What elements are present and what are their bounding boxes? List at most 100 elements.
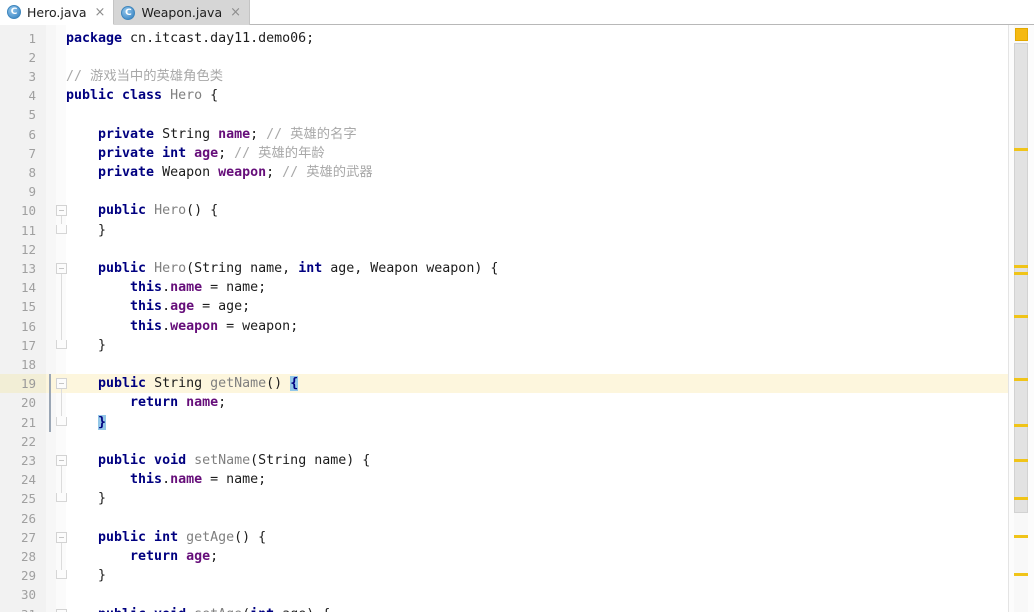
code-line[interactable]: 10 public Hero() { xyxy=(0,201,1034,220)
line-number: 4 xyxy=(0,86,36,105)
code-line[interactable]: 17 } xyxy=(0,336,1034,355)
line-number: 17 xyxy=(0,336,36,355)
token-pln xyxy=(66,415,98,430)
token-fld: name xyxy=(218,127,250,142)
tab-hero-java[interactable]: C Hero.java × xyxy=(0,0,114,25)
code-line[interactable]: 6 private String name; // 英雄的名字 xyxy=(0,125,1034,144)
warning-marker[interactable] xyxy=(1014,265,1028,268)
line-number: 28 xyxy=(0,547,36,566)
code-line[interactable]: 13 public Hero(String name, int age, Wea… xyxy=(0,259,1034,278)
tab-bar-empty-space xyxy=(250,0,1034,24)
warning-marker[interactable] xyxy=(1014,315,1028,318)
warning-marker[interactable] xyxy=(1014,459,1028,462)
code-line[interactable]: 3// 游戏当中的英雄角色类 xyxy=(0,67,1034,86)
code-line[interactable]: 14 this.name = name; xyxy=(0,278,1034,297)
editor-tab-bar: C Hero.java × C Weapon.java × xyxy=(0,0,1034,25)
token-typ xyxy=(178,549,186,564)
line-number: 21 xyxy=(0,413,36,432)
fold-collapse-icon[interactable] xyxy=(56,205,67,216)
fold-collapse-icon[interactable] xyxy=(56,609,67,612)
warning-marker[interactable] xyxy=(1014,424,1028,427)
warning-marker[interactable] xyxy=(1014,378,1028,381)
code-text: } xyxy=(66,413,106,432)
fold-region-end-icon[interactable] xyxy=(56,417,67,426)
token-pln: . xyxy=(162,299,170,314)
line-number: 1 xyxy=(0,29,36,48)
token-kw: public void xyxy=(66,607,186,612)
fold-collapse-icon[interactable] xyxy=(56,532,67,543)
fold-collapse-icon[interactable] xyxy=(56,378,67,389)
code-line[interactable]: 24 this.name = name; xyxy=(0,470,1034,489)
token-cmt: // 英雄的年龄 xyxy=(234,146,325,161)
code-line[interactable]: 16 this.weapon = weapon; xyxy=(0,317,1034,336)
close-icon[interactable]: × xyxy=(95,6,106,19)
token-kw: int xyxy=(250,607,274,612)
code-text: public void setName(String name) { xyxy=(66,451,370,470)
code-line[interactable]: 20 return name; xyxy=(0,393,1034,412)
token-pln: } xyxy=(66,491,106,506)
code-line[interactable]: 31 public void setAge(int age) { xyxy=(0,605,1034,612)
warning-marker[interactable] xyxy=(1014,497,1028,500)
fold-region-end-icon[interactable] xyxy=(56,570,67,579)
token-pln: cn.itcast.day11.demo06; xyxy=(122,31,314,46)
scrollbar-thumb[interactable] xyxy=(1014,43,1028,513)
token-typ: String xyxy=(154,127,218,142)
token-pln: = name; xyxy=(202,280,266,295)
fold-collapse-icon[interactable] xyxy=(56,455,67,466)
code-line[interactable]: 15 this.age = age; xyxy=(0,297,1034,316)
code-text: } xyxy=(66,489,106,508)
line-number: 16 xyxy=(0,317,36,336)
token-fld: weapon xyxy=(218,165,266,180)
code-line[interactable]: 25 } xyxy=(0,489,1034,508)
token-pln: . xyxy=(162,472,170,487)
code-line[interactable]: 28 return age; xyxy=(0,547,1034,566)
token-mth: getName xyxy=(210,376,266,391)
token-kw: return xyxy=(66,395,178,410)
code-text: return name; xyxy=(66,393,226,412)
code-line[interactable]: 30 xyxy=(0,585,1034,604)
warning-marker[interactable] xyxy=(1014,535,1028,538)
line-number: 14 xyxy=(0,278,36,297)
editor-surface[interactable]: 1package cn.itcast.day11.demo06;23// 游戏当… xyxy=(0,25,1034,612)
code-line[interactable]: 23 public void setName(String name) { xyxy=(0,451,1034,470)
code-line[interactable]: 29 } xyxy=(0,566,1034,585)
code-line[interactable]: 19 public String getName() { xyxy=(0,374,1034,393)
code-line[interactable]: 26 xyxy=(0,509,1034,528)
code-line[interactable]: 4 public class Hero { xyxy=(0,86,1034,105)
warning-summary-icon[interactable] xyxy=(1015,28,1028,41)
code-line[interactable]: 22 xyxy=(0,432,1034,451)
fold-collapse-icon[interactable] xyxy=(56,263,67,274)
token-pln: = name; xyxy=(202,472,266,487)
code-line[interactable]: 2 xyxy=(0,48,1034,67)
token-kw: this xyxy=(66,280,162,295)
token-cmt: // 英雄的名字 xyxy=(266,127,357,142)
warning-marker[interactable] xyxy=(1014,573,1028,576)
tab-weapon-java[interactable]: C Weapon.java × xyxy=(114,0,250,25)
token-pln: () { xyxy=(234,530,266,545)
code-text: this.weapon = weapon; xyxy=(66,317,298,336)
code-line[interactable]: 7 private int age; // 英雄的年龄 xyxy=(0,144,1034,163)
code-line[interactable]: 8 private Weapon weapon; // 英雄的武器 xyxy=(0,163,1034,182)
fold-region-end-icon[interactable] xyxy=(56,225,67,234)
token-fld: name xyxy=(186,395,218,410)
code-line[interactable]: 12 xyxy=(0,240,1034,259)
fold-region-end-icon[interactable] xyxy=(56,340,67,349)
code-line[interactable]: 1package cn.itcast.day11.demo06; xyxy=(0,29,1034,48)
token-pln: } xyxy=(66,338,106,353)
code-line[interactable]: 27 public int getAge() { xyxy=(0,528,1034,547)
line-number: 18 xyxy=(0,355,36,374)
warning-marker[interactable] xyxy=(1014,272,1028,275)
code-line[interactable]: 9 xyxy=(0,182,1034,201)
code-line[interactable]: 11 } xyxy=(0,221,1034,240)
code-line[interactable]: 18 xyxy=(0,355,1034,374)
warning-marker[interactable] xyxy=(1014,148,1028,151)
code-text: public Hero(String name, int age, Weapon… xyxy=(66,259,498,278)
close-icon[interactable]: × xyxy=(230,6,241,19)
line-number: 20 xyxy=(0,393,36,412)
code-text: public class Hero { xyxy=(66,86,218,105)
fold-region-line xyxy=(61,274,62,340)
code-line[interactable]: 21 } xyxy=(0,413,1034,432)
code-line[interactable]: 5 xyxy=(0,105,1034,124)
fold-region-end-icon[interactable] xyxy=(56,493,67,502)
error-stripe-marker-bar[interactable] xyxy=(1008,25,1034,612)
